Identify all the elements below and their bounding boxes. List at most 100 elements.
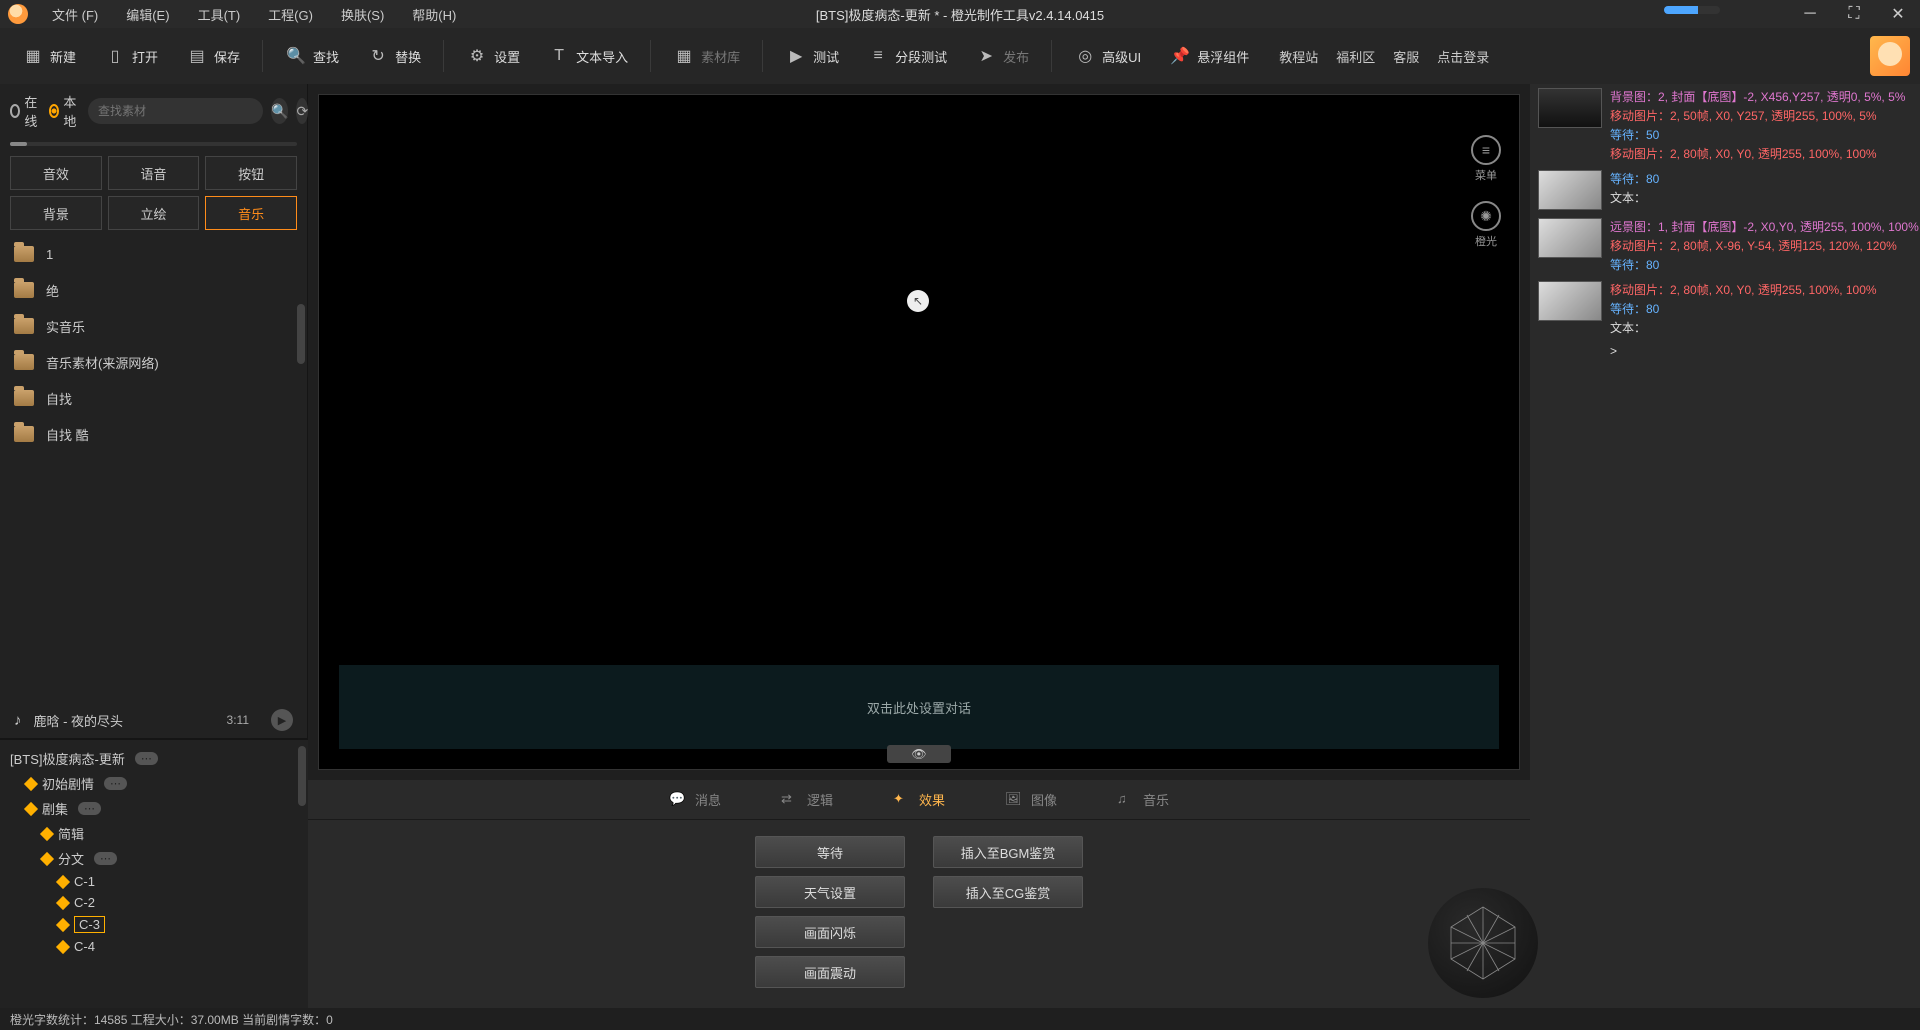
folder-label: 自找 酷 — [46, 425, 89, 444]
action-wait[interactable]: 等待 — [755, 836, 905, 868]
menu-file[interactable]: 文件 (F) — [38, 5, 112, 24]
btab-msg[interactable]: 💬消息 — [669, 790, 721, 809]
stage-menu-button[interactable]: ≡菜单 — [1471, 135, 1501, 183]
folder-label: 绝 — [46, 281, 59, 300]
link-tutorial[interactable]: 教程站 — [1279, 47, 1318, 66]
stage-brand-button[interactable]: ✺橙光 — [1471, 201, 1501, 249]
folder-label: 实音乐 — [46, 317, 85, 336]
pin-icon: 📌 — [1169, 45, 1191, 67]
window-title: [BTS]极度病态-更新 * - 橙光制作工具v2.4.14.0415 — [816, 5, 1104, 24]
ui-icon: ◎ — [1074, 45, 1096, 67]
link-service[interactable]: 客服 — [1393, 47, 1419, 66]
folder-item[interactable]: 绝 — [0, 272, 307, 308]
separator — [650, 40, 651, 72]
menu-help[interactable]: 帮助(H) — [398, 5, 470, 24]
tool-find[interactable]: 🔍查找 — [273, 41, 351, 71]
tree-node[interactable]: 简辑 — [0, 821, 308, 846]
maximize-button[interactable]: ⛶ — [1832, 0, 1876, 28]
tree-root[interactable]: [BTS]极度病态-更新⋯ — [0, 746, 308, 771]
tool-save[interactable]: ▤保存 — [174, 41, 252, 71]
command-block[interactable]: 背景图：2, 封面【底图】-2, X456,Y257, 透明0, 5%, 5%移… — [1530, 84, 1920, 166]
command-block[interactable]: > — [1530, 340, 1920, 362]
tool-advui[interactable]: ◎高级UI — [1062, 41, 1153, 71]
diamond-icon — [24, 776, 38, 790]
radio-local[interactable]: 本地 — [49, 92, 80, 130]
tool-float[interactable]: 📌悬浮组件 — [1157, 41, 1261, 71]
play-icon: ▶ — [785, 45, 807, 67]
command-line: 等待：50 — [1610, 126, 1905, 143]
asset-tab-5[interactable]: 音乐 — [205, 196, 297, 230]
refresh-button[interactable]: ⟳ — [296, 98, 308, 124]
tree-node[interactable]: 分文⋯ — [0, 846, 308, 871]
folder-item[interactable]: 自找 — [0, 380, 307, 416]
radio-online[interactable]: 在线 — [10, 92, 41, 130]
action-insert-bgm[interactable]: 插入至BGM鉴赏 — [933, 836, 1083, 868]
search-go-button[interactable]: 🔍 — [271, 98, 288, 124]
menu-tool[interactable]: 工具(T) — [184, 5, 255, 24]
asset-tab-1[interactable]: 语音 — [108, 156, 200, 190]
track-play-button[interactable]: ▶ — [271, 709, 293, 731]
dialog-placeholder[interactable]: 双击此处设置对话 — [339, 665, 1499, 749]
btab-logic[interactable]: ⇄逻辑 — [781, 790, 833, 809]
tree-node[interactable]: 剧集⋯ — [0, 796, 308, 821]
minimize-button[interactable]: ─ — [1788, 0, 1832, 28]
folder-item[interactable]: 实音乐 — [0, 308, 307, 344]
tree-node[interactable]: C-4 — [0, 936, 308, 957]
tool-segtest[interactable]: ≡分段测试 — [855, 41, 959, 71]
btab-effect[interactable]: ✦效果 — [893, 790, 945, 809]
tree-node[interactable]: C-2 — [0, 892, 308, 913]
assistant-orb[interactable] — [1428, 888, 1538, 998]
folder-item[interactable]: 1 — [0, 236, 307, 272]
asset-tab-0[interactable]: 音效 — [10, 156, 102, 190]
scrollbar-thumb[interactable] — [298, 746, 306, 806]
command-line: 等待：80 — [1610, 256, 1919, 273]
asset-tab-4[interactable]: 立绘 — [108, 196, 200, 230]
tool-new[interactable]: ▦新建 — [10, 41, 88, 71]
asset-search-input[interactable] — [98, 104, 253, 118]
separator — [443, 40, 444, 72]
action-insert-cg[interactable]: 插入至CG鉴赏 — [933, 876, 1083, 908]
action-shake[interactable]: 画面震动 — [755, 956, 905, 988]
tree-node[interactable]: C-1 — [0, 871, 308, 892]
user-avatar[interactable] — [1870, 36, 1910, 76]
command-line: 文本： — [1610, 319, 1877, 336]
tree-node[interactable]: 初始剧情⋯ — [0, 771, 308, 796]
tool-test[interactable]: ▶测试 — [773, 41, 851, 71]
btab-image[interactable]: 🖼图像 — [1005, 790, 1057, 809]
menu-skin[interactable]: 换肤(S) — [327, 5, 398, 24]
command-thumb — [1538, 88, 1602, 128]
command-block[interactable]: 远景图：1, 封面【底图】-2, X0,Y0, 透明255, 100%, 100… — [1530, 214, 1920, 277]
close-button[interactable]: ✕ — [1876, 0, 1920, 28]
asset-tab-2[interactable]: 按钮 — [205, 156, 297, 190]
preview-stage[interactable]: ↖ ≡菜单 ✺橙光 双击此处设置对话 👁 — [318, 94, 1520, 770]
tool-textimport[interactable]: T文本导入 — [536, 41, 640, 71]
replace-icon: ↻ — [367, 45, 389, 67]
scrollbar-thumb[interactable] — [297, 304, 305, 364]
tool-replace[interactable]: ↻替换 — [355, 41, 433, 71]
folder-item[interactable]: 音乐素材(来源网络) — [0, 344, 307, 380]
action-flash[interactable]: 画面闪烁 — [755, 916, 905, 948]
btab-music[interactable]: ♫音乐 — [1117, 790, 1169, 809]
menu-edit[interactable]: 编辑(E) — [112, 5, 183, 24]
sparkle-icon: ✦ — [893, 791, 911, 809]
link-login[interactable]: 点击登录 — [1437, 47, 1489, 66]
tool-settings[interactable]: ⚙设置 — [454, 41, 532, 71]
tool-publish[interactable]: ➤发布 — [963, 41, 1041, 71]
asset-search[interactable] — [88, 98, 263, 124]
folder-icon — [14, 426, 34, 442]
command-block[interactable]: 等待：80文本： — [1530, 166, 1920, 214]
logic-icon: ⇄ — [781, 791, 799, 809]
link-welfare[interactable]: 福利区 — [1336, 47, 1375, 66]
tree-node[interactable]: C-3 — [0, 913, 308, 936]
action-weather[interactable]: 天气设置 — [755, 876, 905, 908]
audio-track-row[interactable]: ♪ 鹿晗 - 夜的尽头 3:11 ▶ — [0, 702, 307, 738]
diamond-icon — [56, 917, 70, 931]
asset-tab-3[interactable]: 背景 — [10, 196, 102, 230]
tool-library[interactable]: ▦素材库 — [661, 41, 752, 71]
tool-open[interactable]: ▯打开 — [92, 41, 170, 71]
menu-project[interactable]: 工程(G) — [254, 5, 327, 24]
command-block[interactable]: 移动图片：2, 80帧, X0, Y0, 透明255, 100%, 100%等待… — [1530, 277, 1920, 340]
visibility-toggle[interactable]: 👁 — [887, 745, 951, 763]
music-icon: ♫ — [1117, 791, 1135, 809]
folder-item[interactable]: 自找 酷 — [0, 416, 307, 452]
